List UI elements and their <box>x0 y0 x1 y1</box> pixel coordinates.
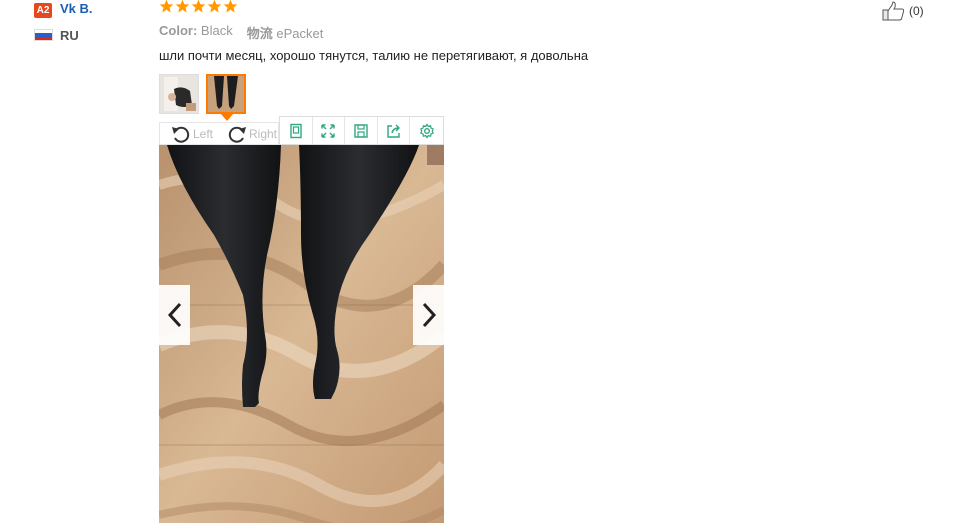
review-photo-thumb-2[interactable] <box>206 74 246 114</box>
settings-icon <box>419 122 434 139</box>
star-icon <box>191 0 206 13</box>
fullscreen-button[interactable] <box>313 117 346 144</box>
review-text: шли почти месяц, хорошо тянутся, талию н… <box>159 48 589 63</box>
helpful-button[interactable]: (0) <box>882 1 924 21</box>
thumbs-up-icon <box>882 1 905 21</box>
previous-photo-button[interactable] <box>159 285 190 345</box>
star-icon <box>207 0 222 13</box>
thumb-image-2 <box>208 76 244 112</box>
image-toolbar <box>279 116 444 145</box>
photo-image <box>159 145 444 523</box>
chevron-right-icon <box>422 302 436 328</box>
save-icon <box>354 123 368 138</box>
rating-stars <box>159 0 238 14</box>
next-photo-button[interactable] <box>413 285 444 345</box>
rotate-left-icon <box>172 126 190 143</box>
rotate-bar: Left Right <box>159 122 279 145</box>
review-meta: Color: Black 物流 ePacket <box>159 23 323 42</box>
helpful-count: (0) <box>909 4 924 18</box>
fit-button[interactable] <box>280 117 313 144</box>
thumb-image-1 <box>160 75 198 113</box>
color-label: Color: <box>159 23 198 38</box>
chevron-left-icon <box>167 302 181 328</box>
rotate-right-icon <box>228 126 246 143</box>
country-flag-icon <box>34 29 53 41</box>
shipping-label: 物流 <box>246 26 273 41</box>
color-attr: Color: Black <box>159 23 233 42</box>
share-button[interactable] <box>378 117 411 144</box>
review-photo-thumb-1[interactable] <box>159 74 199 114</box>
color-value: Black <box>200 23 233 38</box>
fullscreen-icon <box>321 123 336 138</box>
shipping-attr: 物流 ePacket <box>247 23 324 42</box>
reviewer-name: Vk B. <box>60 1 93 16</box>
rotate-right-button[interactable]: Right <box>226 124 277 144</box>
rotate-left-button[interactable]: Left <box>170 124 213 144</box>
settings-button[interactable] <box>410 117 443 144</box>
fit-icon <box>290 123 302 138</box>
reviewer-country: RU <box>60 28 79 43</box>
share-icon <box>386 124 400 138</box>
star-icon <box>159 0 174 13</box>
star-icon <box>175 0 190 13</box>
shipping-value: ePacket <box>276 26 324 41</box>
save-button[interactable] <box>345 117 378 144</box>
buyer-level-badge: A2 <box>34 3 52 18</box>
rotate-right-label: Right <box>249 127 278 141</box>
review-photo-large[interactable] <box>159 145 444 523</box>
selected-thumb-indicator <box>221 114 233 121</box>
star-icon <box>223 0 238 13</box>
rotate-left-label: Left <box>193 127 214 141</box>
